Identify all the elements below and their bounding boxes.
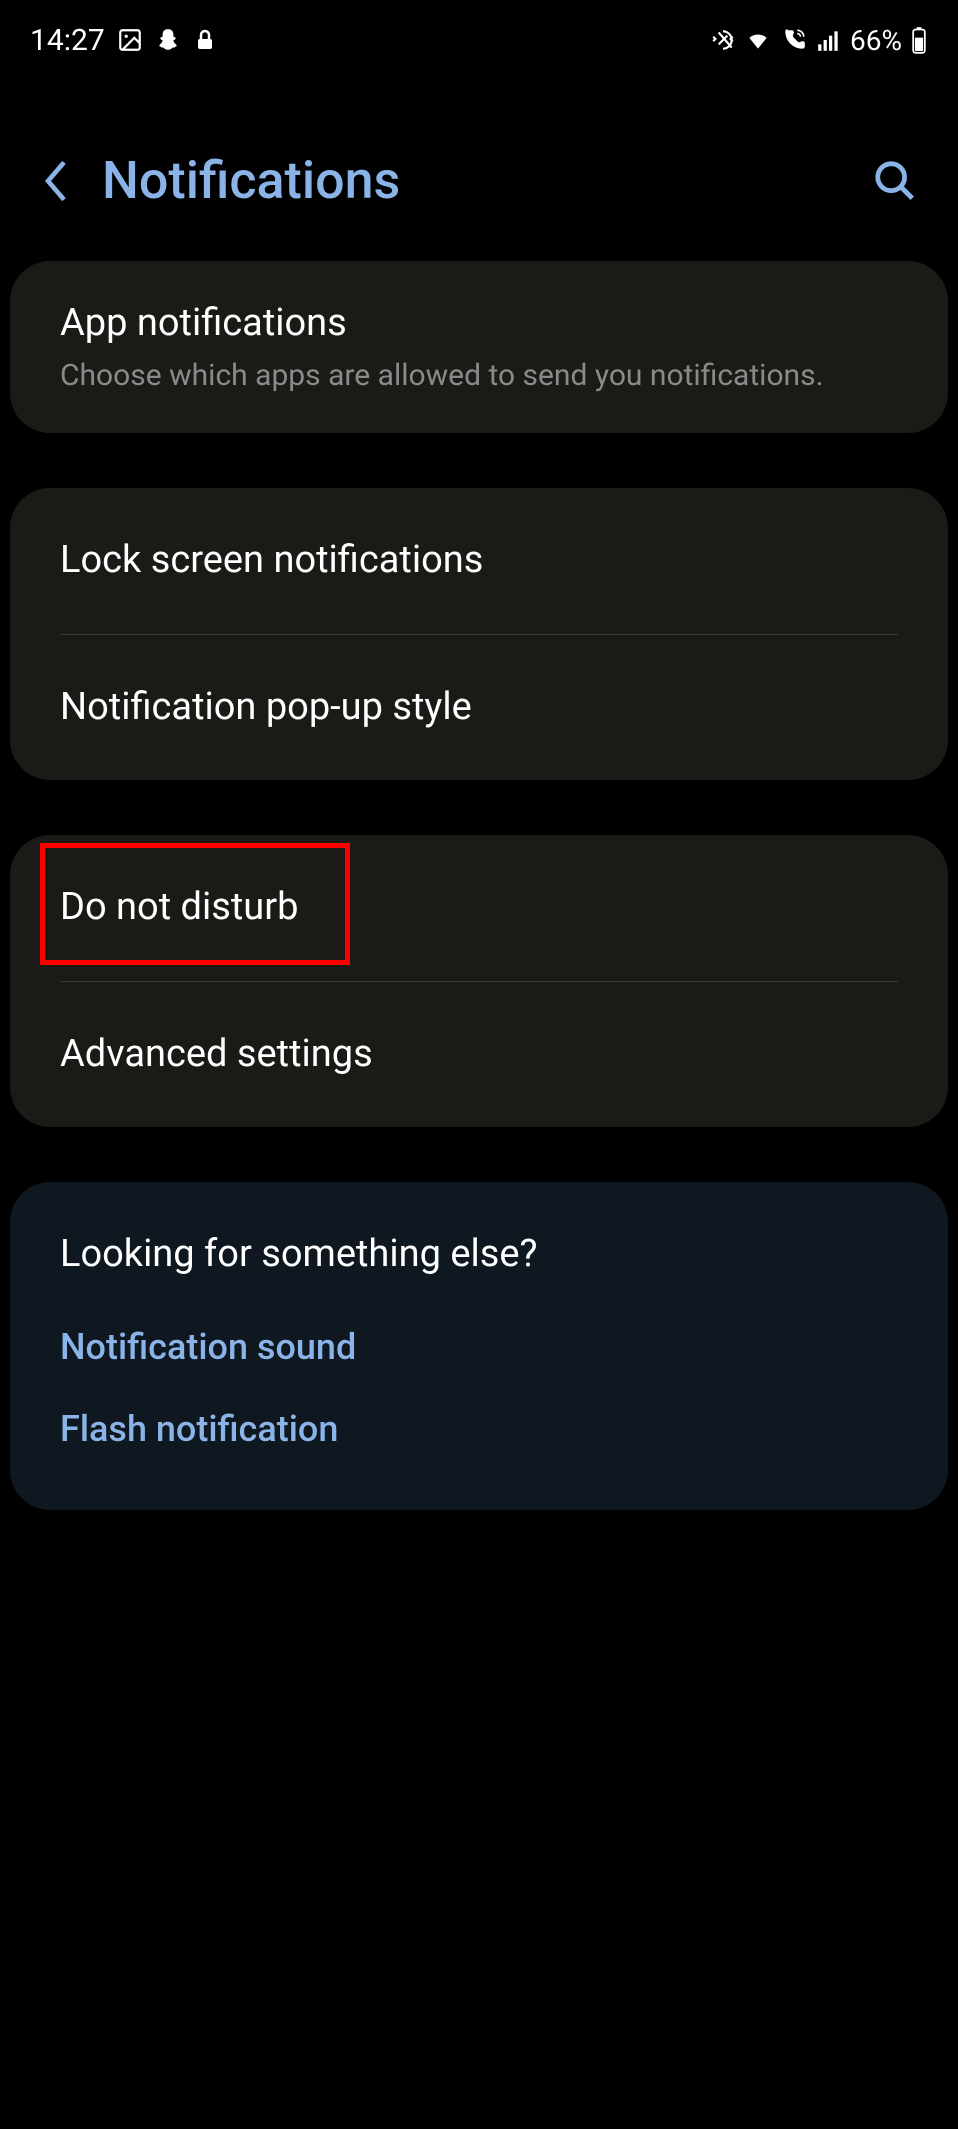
popup-style-title: Notification pop-up style — [60, 683, 898, 732]
signal-icon — [816, 27, 842, 53]
snapchat-icon — [155, 27, 181, 53]
looking-for-card: Looking for something else? Notification… — [10, 1182, 948, 1510]
lock-screen-title: Lock screen notifications — [60, 536, 898, 585]
do-not-disturb-title: Do not disturb — [60, 883, 898, 932]
advanced-settings-item[interactable]: Advanced settings — [10, 982, 948, 1127]
status-time: 14:27 — [30, 23, 105, 58]
app-notifications-subtitle: Choose which apps are allowed to send yo… — [60, 356, 898, 395]
lock-screen-notifications-item[interactable]: Lock screen notifications — [10, 488, 948, 633]
app-notifications-item[interactable]: App notifications Choose which apps are … — [10, 261, 948, 433]
screen-style-card: Lock screen notifications Notification p… — [10, 488, 948, 780]
page-header: Notifications — [0, 80, 958, 261]
notification-popup-style-item[interactable]: Notification pop-up style — [10, 635, 948, 780]
dnd-advanced-card: Do not disturb Advanced settings — [10, 835, 948, 1127]
status-bar-right: 66% — [710, 24, 928, 57]
do-not-disturb-item[interactable]: Do not disturb — [10, 835, 948, 980]
image-icon — [117, 27, 143, 53]
battery-percent: 66% — [850, 24, 902, 57]
battery-icon — [910, 26, 928, 54]
lock-icon — [193, 27, 217, 53]
wifi-calling-icon — [780, 27, 808, 53]
back-button[interactable] — [40, 157, 72, 205]
wifi-icon — [744, 27, 772, 53]
flash-notification-link[interactable]: Flash notification — [60, 1408, 898, 1450]
page-title: Notifications — [102, 150, 842, 211]
app-notifications-card: App notifications Choose which apps are … — [10, 261, 948, 433]
status-bar-left: 14:27 — [30, 23, 217, 58]
search-button[interactable] — [872, 158, 918, 204]
advanced-settings-title: Advanced settings — [60, 1030, 898, 1079]
vibrate-icon — [710, 27, 736, 53]
looking-for-heading: Looking for something else? — [60, 1232, 898, 1276]
notification-sound-link[interactable]: Notification sound — [60, 1326, 898, 1368]
status-bar: 14:27 66% — [0, 0, 958, 80]
app-notifications-title: App notifications — [60, 299, 898, 348]
